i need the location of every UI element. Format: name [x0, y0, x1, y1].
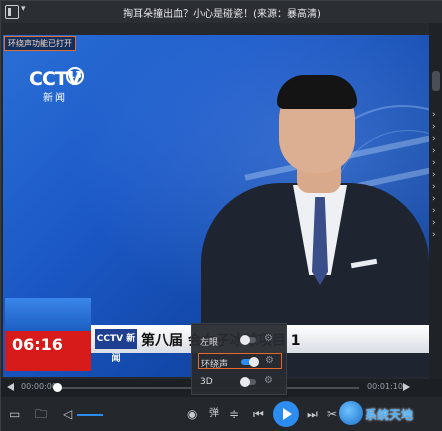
surround-notice: 环绕声功能已打开: [4, 36, 76, 51]
clock-globe-graphic: [5, 298, 91, 331]
side-scrollbar[interactable]: [432, 71, 440, 91]
rewind-icon[interactable]: [7, 383, 14, 391]
left-eye-toggle[interactable]: [240, 335, 256, 345]
subtitle-icon[interactable]: 弹: [209, 407, 219, 421]
seek-handle[interactable]: [53, 383, 62, 392]
total-time: 00:01:10: [367, 382, 403, 391]
channel-subtitle: 新闻: [43, 93, 67, 104]
news-clock: 06:16: [5, 298, 91, 371]
folder-icon[interactable]: 🗀: [35, 407, 47, 421]
scissors-icon[interactable]: ✂: [327, 407, 337, 421]
menu-label: 3D: [200, 377, 213, 387]
eye-icon[interactable]: ◉: [187, 407, 197, 421]
volume-icon[interactable]: ◁: [63, 407, 72, 421]
menu-row-left-eye[interactable]: 左眼 ⚙: [198, 332, 282, 348]
menu-row-surround[interactable]: 环绕声 ⚙: [198, 353, 282, 370]
video-effects-menu: 左眼 ⚙ 环绕声 ⚙ 3D ⚙: [191, 323, 287, 395]
prev-icon[interactable]: ⏮: [253, 407, 264, 421]
menu-label: 环绕声: [201, 360, 229, 370]
3d-toggle[interactable]: [240, 377, 256, 387]
menu-row-3d[interactable]: 3D ⚙: [198, 374, 282, 390]
video-player-window: ▾ 掏耳朵撞出血？小心是碰瓷！(来源：暴高清) CCTV 13 新闻 CCTV …: [0, 0, 442, 431]
playlist-icon[interactable]: ▭: [9, 407, 20, 421]
ticker-badge: CCTV 新闻: [95, 329, 137, 364]
volume-slider[interactable]: [77, 414, 103, 416]
watermark-logo-icon: [339, 401, 363, 425]
equalizer-icon[interactable]: ≑: [229, 407, 239, 421]
gear-icon[interactable]: ⚙: [264, 333, 273, 344]
clock-time: 06:16: [12, 335, 63, 354]
chevron-right-icon: › › › › › › › › › › ›: [432, 110, 436, 240]
menu-label: 左眼: [200, 338, 219, 348]
channel-number: 13: [66, 67, 84, 85]
gear-icon[interactable]: ⚙: [265, 355, 274, 366]
gear-icon[interactable]: ⚙: [264, 375, 273, 386]
site-watermark: 系统天地: [337, 399, 441, 429]
toggle-knob: [249, 357, 259, 367]
next-icon[interactable]: ⏭: [307, 407, 318, 421]
watermark-text: 系统天地: [365, 408, 414, 422]
current-time: 00:00:00: [21, 382, 57, 391]
toggle-knob: [240, 335, 250, 345]
play-button[interactable]: [273, 401, 299, 427]
forward-icon[interactable]: [403, 383, 410, 391]
window-title: 掏耳朵撞出血？小心是碰瓷！(来源：暴高清): [123, 9, 321, 20]
surround-toggle[interactable]: [241, 357, 259, 367]
toggle-knob: [240, 377, 250, 387]
title-bar: ▾ 掏耳朵撞出血？小心是碰瓷！(来源：暴高清): [1, 1, 442, 23]
side-panel-toggle[interactable]: › › › › › › › › › › ›: [429, 23, 442, 379]
anchor-hair: [277, 75, 357, 109]
